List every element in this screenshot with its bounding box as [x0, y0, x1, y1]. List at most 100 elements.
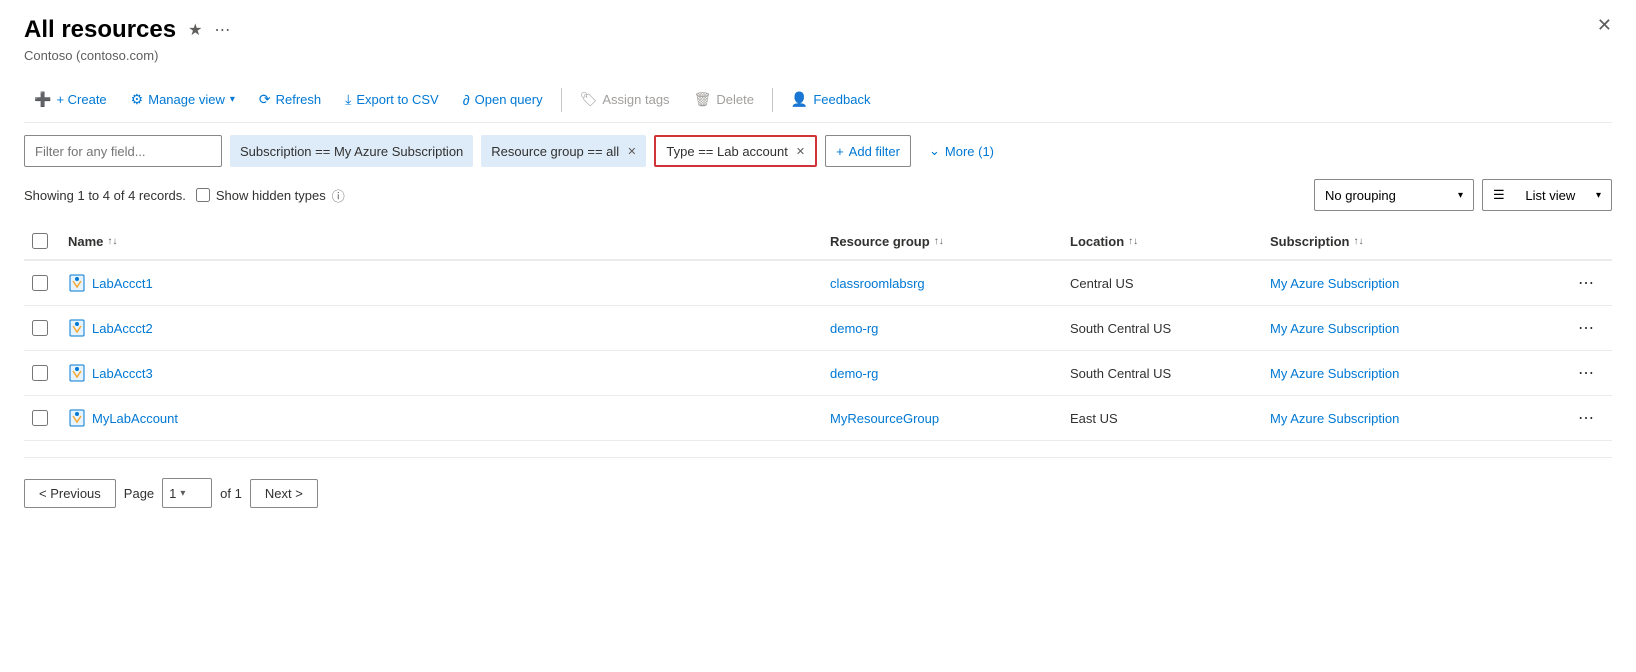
more-filters-chevron: ⌄: [929, 143, 940, 159]
records-count: Showing 1 to 4 of 4 records.: [24, 188, 186, 203]
row-subscription-cell: My Azure Subscription: [1262, 358, 1562, 389]
name-sort-icon[interactable]: ↑↓: [107, 236, 117, 247]
row-location-cell: East US: [1062, 403, 1262, 434]
filter-row: Subscription == My Azure Subscription Re…: [24, 135, 1612, 167]
lab-account-icon: [68, 409, 86, 427]
table-row: MyLabAccount MyResourceGroup East US My …: [24, 396, 1612, 441]
export-csv-button[interactable]: ⤓ Export to CSV: [335, 85, 449, 114]
query-icon: ∂: [463, 92, 470, 108]
info-icon: ⓘ: [332, 186, 345, 205]
lab-account-icon: [68, 364, 86, 382]
page-select[interactable]: 1 ▾: [162, 478, 212, 508]
delete-icon: 🗑: [694, 91, 712, 108]
row-actions-cell: ⋯: [1562, 351, 1612, 395]
row-name-cell: MyLabAccount: [60, 401, 822, 435]
pin-icon[interactable]: ★: [188, 20, 202, 40]
assign-tags-button[interactable]: 🏷 Assign tags: [570, 85, 680, 114]
records-row: Showing 1 to 4 of 4 records. Show hidden…: [24, 179, 1612, 211]
location-header: Location ↑↓: [1062, 229, 1262, 253]
resource-group-link[interactable]: MyResourceGroup: [830, 411, 939, 426]
refresh-icon: ⟳: [259, 91, 271, 108]
current-page: 1: [169, 486, 176, 501]
resources-table: Name ↑↓ Resource group ↑↓ Location ↑↓ Su…: [24, 223, 1612, 441]
subscription-sort-icon[interactable]: ↑↓: [1353, 236, 1363, 247]
resource-group-link[interactable]: classroomlabsrg: [830, 276, 925, 291]
row-checkbox-3[interactable]: [32, 410, 48, 426]
delete-button[interactable]: 🗑 Delete: [684, 85, 764, 114]
open-query-button[interactable]: ∂ Open query: [453, 86, 553, 114]
row-rg-cell: classroomlabsrg: [822, 268, 1062, 299]
close-button[interactable]: ✕: [1597, 16, 1612, 34]
resource-group-link[interactable]: demo-rg: [830, 321, 878, 336]
subscription-link[interactable]: My Azure Subscription: [1270, 321, 1399, 336]
page-label: Page: [124, 486, 154, 501]
table-row: LabAccct1 classroomlabsrg Central US My …: [24, 261, 1612, 306]
more-filters-button[interactable]: ⌄ More (1): [919, 135, 1004, 167]
resource-name-link[interactable]: LabAccct2: [92, 321, 153, 336]
export-icon: ⤓: [345, 91, 351, 108]
resource-name-link[interactable]: LabAccct3: [92, 366, 153, 381]
location-sort-icon[interactable]: ↑↓: [1128, 236, 1138, 247]
rg-sort-icon[interactable]: ↑↓: [934, 236, 944, 247]
of-label: of 1: [220, 486, 242, 501]
resource-group-filter-tag: Resource group == all ✕: [481, 135, 646, 167]
add-filter-button[interactable]: + Add filter: [825, 135, 911, 167]
row-more-actions[interactable]: ⋯: [1570, 404, 1602, 432]
table-header: Name ↑↓ Resource group ↑↓ Location ↑↓ Su…: [24, 223, 1612, 261]
row-more-actions[interactable]: ⋯: [1570, 314, 1602, 342]
row-rg-cell: demo-rg: [822, 358, 1062, 389]
row-checkbox-1[interactable]: [32, 320, 48, 336]
row-more-actions[interactable]: ⋯: [1570, 359, 1602, 387]
previous-button[interactable]: < Previous: [24, 479, 116, 508]
type-filter-label: Type == Lab account: [666, 144, 787, 159]
row-subscription-cell: My Azure Subscription: [1262, 313, 1562, 344]
manage-view-chevron: ▾: [230, 94, 235, 105]
subscription-link[interactable]: My Azure Subscription: [1270, 276, 1399, 291]
show-hidden-label: Show hidden types ⓘ: [196, 186, 345, 205]
resource-group-header: Resource group ↑↓: [822, 229, 1062, 253]
create-icon: ➕: [34, 91, 51, 108]
row-name-cell: LabAccct1: [60, 266, 822, 300]
resource-name-link[interactable]: MyLabAccount: [92, 411, 178, 426]
row-actions-cell: ⋯: [1562, 306, 1612, 350]
header-more-icon[interactable]: ⋯: [214, 20, 230, 40]
subscription-link[interactable]: My Azure Subscription: [1270, 366, 1399, 381]
resource-group-link[interactable]: demo-rg: [830, 366, 878, 381]
table-row: LabAccct3 demo-rg South Central US My Az…: [24, 351, 1612, 396]
type-filter-close[interactable]: ✕: [796, 145, 805, 158]
row-checkbox-cell: [24, 402, 60, 434]
row-subscription-cell: My Azure Subscription: [1262, 403, 1562, 434]
tag-icon: 🏷: [580, 91, 598, 108]
refresh-button[interactable]: ⟳ Refresh: [249, 85, 331, 114]
row-name-cell: LabAccct3: [60, 356, 822, 390]
view-chevron: ▾: [1596, 190, 1601, 201]
manage-view-button[interactable]: ⚙ Manage view ▾: [121, 85, 245, 114]
type-filter-tag: Type == Lab account ✕: [654, 135, 817, 167]
resource-group-filter-close[interactable]: ✕: [627, 145, 636, 158]
filter-input[interactable]: [24, 135, 222, 167]
subscription-link[interactable]: My Azure Subscription: [1270, 411, 1399, 426]
show-hidden-checkbox[interactable]: [196, 188, 210, 202]
row-checkbox-cell: [24, 357, 60, 389]
row-checkbox-0[interactable]: [32, 275, 48, 291]
create-button[interactable]: ➕ + Create: [24, 85, 117, 114]
grouping-dropdown[interactable]: No grouping ▾: [1314, 179, 1474, 211]
next-button[interactable]: Next >: [250, 479, 318, 508]
select-all-checkbox[interactable]: [32, 233, 48, 249]
lab-account-icon: [68, 274, 86, 292]
row-actions-cell: ⋯: [1562, 261, 1612, 305]
subscription-header: Subscription ↑↓: [1262, 229, 1562, 253]
view-dropdown[interactable]: ☰ List view ▾: [1482, 179, 1612, 211]
resource-name-link[interactable]: LabAccct1: [92, 276, 153, 291]
row-checkbox-2[interactable]: [32, 365, 48, 381]
row-location-cell: Central US: [1062, 268, 1262, 299]
subtitle: Contoso (contoso.com): [24, 48, 1612, 63]
feedback-button[interactable]: 👤 Feedback: [781, 85, 881, 114]
manage-view-icon: ⚙: [131, 91, 144, 108]
select-all-header: [24, 229, 60, 253]
row-location-cell: South Central US: [1062, 313, 1262, 344]
pagination: < Previous Page 1 ▾ of 1 Next >: [24, 457, 1612, 524]
subscription-filter-label: Subscription == My Azure Subscription: [240, 144, 463, 159]
row-more-actions[interactable]: ⋯: [1570, 269, 1602, 297]
row-name-cell: LabAccct2: [60, 311, 822, 345]
